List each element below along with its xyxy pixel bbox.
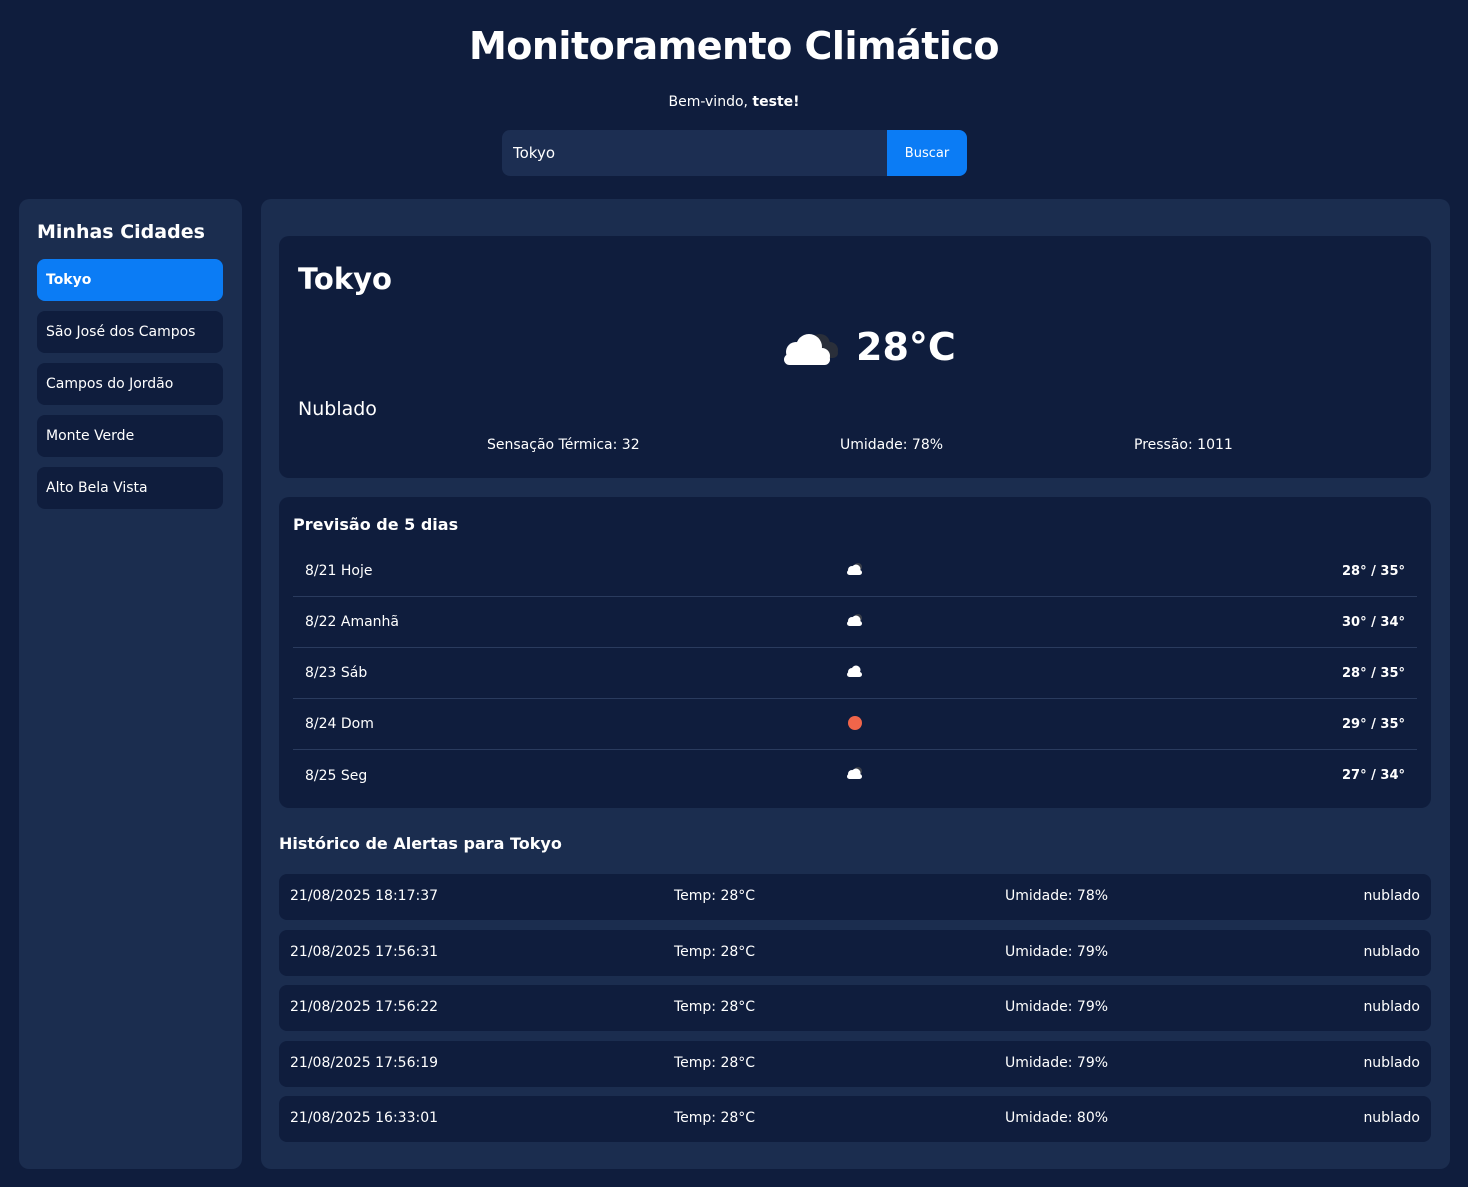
username: teste!: [752, 94, 800, 110]
history-description: nublado: [1363, 944, 1420, 960]
forecast-row: 8/21 Hoje 28° / 35°: [293, 546, 1417, 597]
cloud-icon: [847, 614, 862, 626]
forecast-row: 8/24 Dom 29° / 35°: [293, 699, 1417, 750]
forecast-range: 28° / 35°: [1342, 665, 1405, 681]
history-temp: Temp: 28°C: [674, 944, 756, 960]
cloud-icon: [847, 563, 862, 575]
page-title: Monitoramento Climático: [468, 24, 1000, 68]
forecast-range: 29° / 35°: [1342, 716, 1405, 732]
sidebar-item-sao-jose-dos-campos[interactable]: São José dos Campos: [37, 311, 223, 353]
cloud-icon: [784, 334, 838, 365]
history-humidity: Umidade: 80%: [1005, 1110, 1109, 1126]
history-description: nublado: [1363, 888, 1420, 904]
sidebar-item-monte-verde[interactable]: Monte Verde: [37, 415, 223, 457]
forecast-date: 8/24 Dom: [305, 716, 374, 732]
search-button[interactable]: Buscar: [887, 130, 967, 176]
sidebar-title: Minhas Cidades: [37, 221, 205, 243]
current-city-name: Tokyo: [298, 262, 392, 296]
history-row: 21/08/2025 18:17:37 Temp: 28°C Umidade: …: [279, 874, 1431, 920]
sidebar-item-alto-bela-vista[interactable]: Alto Bela Vista: [37, 467, 223, 509]
history-description: nublado: [1363, 1055, 1420, 1071]
history-datetime: 21/08/2025 16:33:01: [290, 1110, 439, 1126]
forecast-range: 30° / 34°: [1342, 614, 1405, 630]
forecast-row: 8/25 Seg 27° / 34°: [293, 750, 1417, 801]
history-temp: Temp: 28°C: [674, 888, 756, 904]
history-row: 21/08/2025 17:56:19 Temp: 28°C Umidade: …: [279, 1041, 1431, 1087]
sidebar-item-campos-do-jordao[interactable]: Campos do Jordão: [37, 363, 223, 405]
forecast-row: 8/23 Sáb 28° / 35°: [293, 648, 1417, 699]
history-row: 21/08/2025 17:56:31 Temp: 28°C Umidade: …: [279, 930, 1431, 976]
main-panel: Tokyo 28°C Nublado Sensação Térmica: 32 …: [261, 199, 1450, 1169]
sidebar: Minhas Cidades Tokyo São José dos Campos…: [19, 199, 242, 1169]
cloud-icon: [847, 767, 862, 779]
forecast-range: 28° / 35°: [1342, 563, 1405, 579]
history-humidity: Umidade: 78%: [1005, 888, 1109, 904]
forecast-title: Previsão de 5 dias: [293, 515, 459, 534]
forecast-date: 8/22 Amanhã: [305, 614, 400, 630]
pressure: Pressão: 1011: [1134, 437, 1233, 453]
forecast-range: 27° / 34°: [1342, 768, 1405, 783]
forecast-date: 8/23 Sáb: [305, 665, 368, 681]
history-title: Histórico de Alertas para Tokyo: [279, 834, 562, 853]
cloud-icon: [847, 665, 862, 677]
current-weather-card: Tokyo 28°C Nublado Sensação Térmica: 32 …: [279, 236, 1431, 478]
feels-like: Sensação Térmica: 32: [487, 437, 640, 453]
welcome-prefix: Bem-vindo,: [668, 94, 748, 110]
history-datetime: 21/08/2025 17:56:19: [290, 1055, 439, 1071]
history-datetime: 21/08/2025 18:17:37: [290, 888, 439, 904]
history-row: 21/08/2025 17:56:22 Temp: 28°C Umidade: …: [279, 985, 1431, 1031]
search-input[interactable]: [502, 130, 887, 176]
forecast-row: 8/22 Amanhã 30° / 34°: [293, 597, 1417, 648]
forecast-date: 8/21 Hoje: [305, 563, 373, 579]
forecast-date: 8/25 Seg: [305, 767, 368, 784]
current-temperature: 28°C: [856, 325, 956, 369]
history-datetime: 21/08/2025 17:56:31: [290, 944, 439, 960]
welcome-message: Bem-vindo, teste!: [0, 94, 1468, 110]
history-datetime: 21/08/2025 17:56:22: [290, 999, 439, 1015]
sun-icon: [848, 716, 862, 730]
current-temp-row: 28°C: [776, 324, 956, 370]
history-temp: Temp: 28°C: [674, 1055, 756, 1071]
sidebar-item-tokyo[interactable]: Tokyo: [37, 259, 223, 301]
history-description: nublado: [1363, 999, 1420, 1015]
history-temp: Temp: 28°C: [674, 999, 756, 1015]
history-row: 21/08/2025 16:33:01 Temp: 28°C Umidade: …: [279, 1096, 1431, 1142]
search-bar: Buscar: [502, 130, 967, 176]
humidity: Umidade: 78%: [840, 437, 944, 453]
history-description: nublado: [1363, 1110, 1420, 1126]
forecast-card: Previsão de 5 dias 8/21 Hoje 28° / 35° 8…: [279, 497, 1431, 808]
history-humidity: Umidade: 79%: [1005, 944, 1109, 960]
history-humidity: Umidade: 79%: [1005, 1055, 1109, 1071]
history-temp: Temp: 28°C: [674, 1110, 756, 1126]
current-description: Nublado: [298, 398, 377, 420]
history-humidity: Umidade: 79%: [1005, 999, 1109, 1015]
